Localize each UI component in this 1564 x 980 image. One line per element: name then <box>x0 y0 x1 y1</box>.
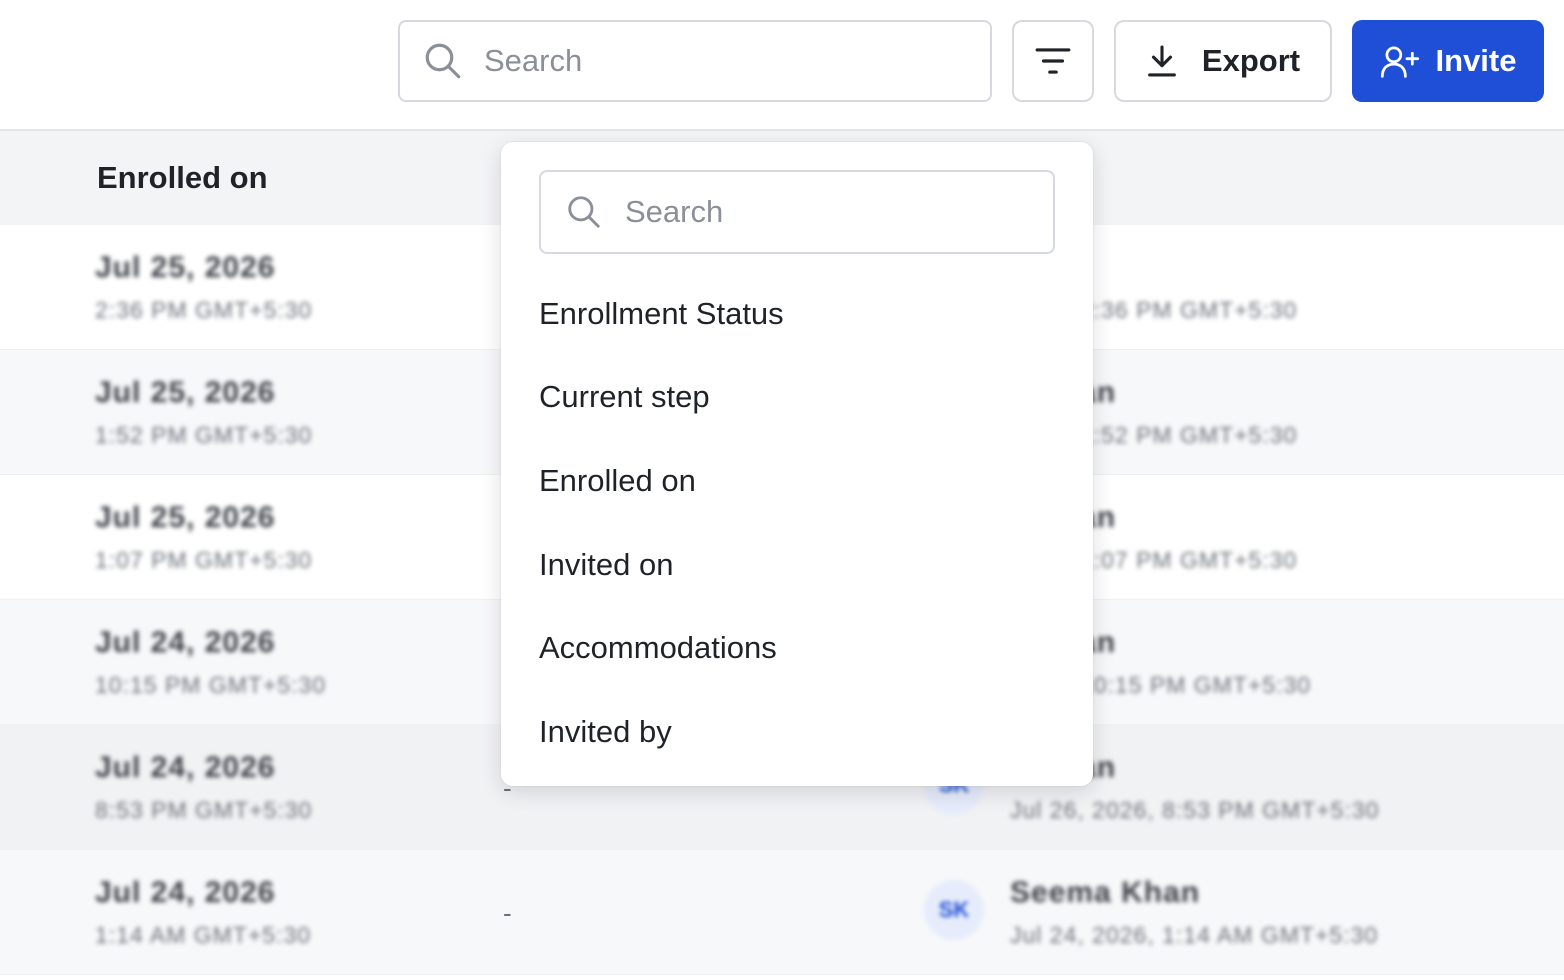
invited-on-date: Jul 26, 2026, 8:53 PM GMT+5:30 <box>1010 797 1380 823</box>
enrolled-on-cell: Jul 24, 2026 8:53 PM GMT+5:30 <box>95 751 312 824</box>
dropdown-list: Enrollment Status Current step Enrolled … <box>501 272 1093 774</box>
empty-value: - <box>503 898 512 928</box>
invite-label: Invite <box>1435 43 1517 78</box>
enrolled-time: 1:52 PM GMT+5:30 <box>95 422 313 448</box>
export-button[interactable]: Export <box>1114 20 1332 102</box>
avatar: SK <box>924 880 984 940</box>
menu-item-invited-by[interactable]: Invited by <box>501 690 1093 774</box>
enrolled-time: 1:07 PM GMT+5:30 <box>95 547 313 573</box>
enrolled-date: Jul 24, 2026 <box>95 626 276 659</box>
menu-item-current-step[interactable]: Current step <box>501 356 1093 440</box>
search-input[interactable] <box>484 43 964 79</box>
enrolled-on-cell: Jul 25, 2026 1:07 PM GMT+5:30 <box>95 501 312 574</box>
column-header-enrolled-on[interactable]: Enrolled on <box>97 160 268 196</box>
menu-item-accommodations[interactable]: Accommodations <box>501 606 1093 690</box>
enrolled-on-cell: Jul 24, 2026 10:15 PM GMT+5:30 <box>95 626 326 699</box>
enrolled-date: Jul 25, 2026 <box>95 376 276 409</box>
invite-button[interactable]: Invite <box>1352 20 1544 102</box>
enrolled-date: Jul 25, 2026 <box>95 251 276 284</box>
enrolled-on-cell: Jul 25, 2026 1:52 PM GMT+5:30 <box>95 376 312 449</box>
enrolled-time: 8:53 PM GMT+5:30 <box>95 797 313 823</box>
toolbar: Export Invite <box>0 0 1564 131</box>
dropdown-search-input[interactable] <box>625 194 1045 230</box>
enrolled-time: 1:14 AM GMT+5:30 <box>95 922 312 948</box>
export-label: Export <box>1201 43 1301 78</box>
invited-on-date: Jul 24, 2026, 1:14 AM GMT+5:30 <box>1010 922 1379 948</box>
dropdown-search-box[interactable] <box>539 170 1055 254</box>
enrolled-time: 2:36 PM GMT+5:30 <box>95 297 313 323</box>
search-icon <box>425 43 461 79</box>
download-icon <box>1147 45 1176 77</box>
enrolled-on-cell: Jul 25, 2026 2:36 PM GMT+5:30 <box>95 251 312 324</box>
invited-by-cell: Seema Khan Jul 24, 2026, 1:14 AM GMT+5:3… <box>1010 876 1378 949</box>
filter-lines-icon <box>1035 48 1071 74</box>
menu-item-invited-on[interactable]: Invited on <box>501 523 1093 607</box>
enrolled-date: Jul 25, 2026 <box>95 501 276 534</box>
search-box[interactable] <box>398 20 992 102</box>
menu-item-enrollment-status[interactable]: Enrollment Status <box>501 272 1093 356</box>
search-icon <box>568 196 600 228</box>
enrolled-date: Jul 24, 2026 <box>95 751 276 784</box>
column-picker-dropdown: Enrollment Status Current step Enrolled … <box>501 142 1093 786</box>
add-user-icon <box>1380 46 1419 78</box>
filter-button[interactable] <box>1012 20 1094 102</box>
menu-item-enrolled-on[interactable]: Enrolled on <box>501 439 1093 523</box>
table-row[interactable]: Jul 24, 2026 1:14 AM GMT+5:30 - SK Seema… <box>0 850 1564 975</box>
enrolled-date: Jul 24, 2026 <box>95 876 276 909</box>
enrolled-time: 10:15 PM GMT+5:30 <box>95 672 327 698</box>
enrolled-on-cell: Jul 24, 2026 1:14 AM GMT+5:30 <box>95 876 311 949</box>
invited-by-name: Seema Khan <box>1010 876 1201 909</box>
